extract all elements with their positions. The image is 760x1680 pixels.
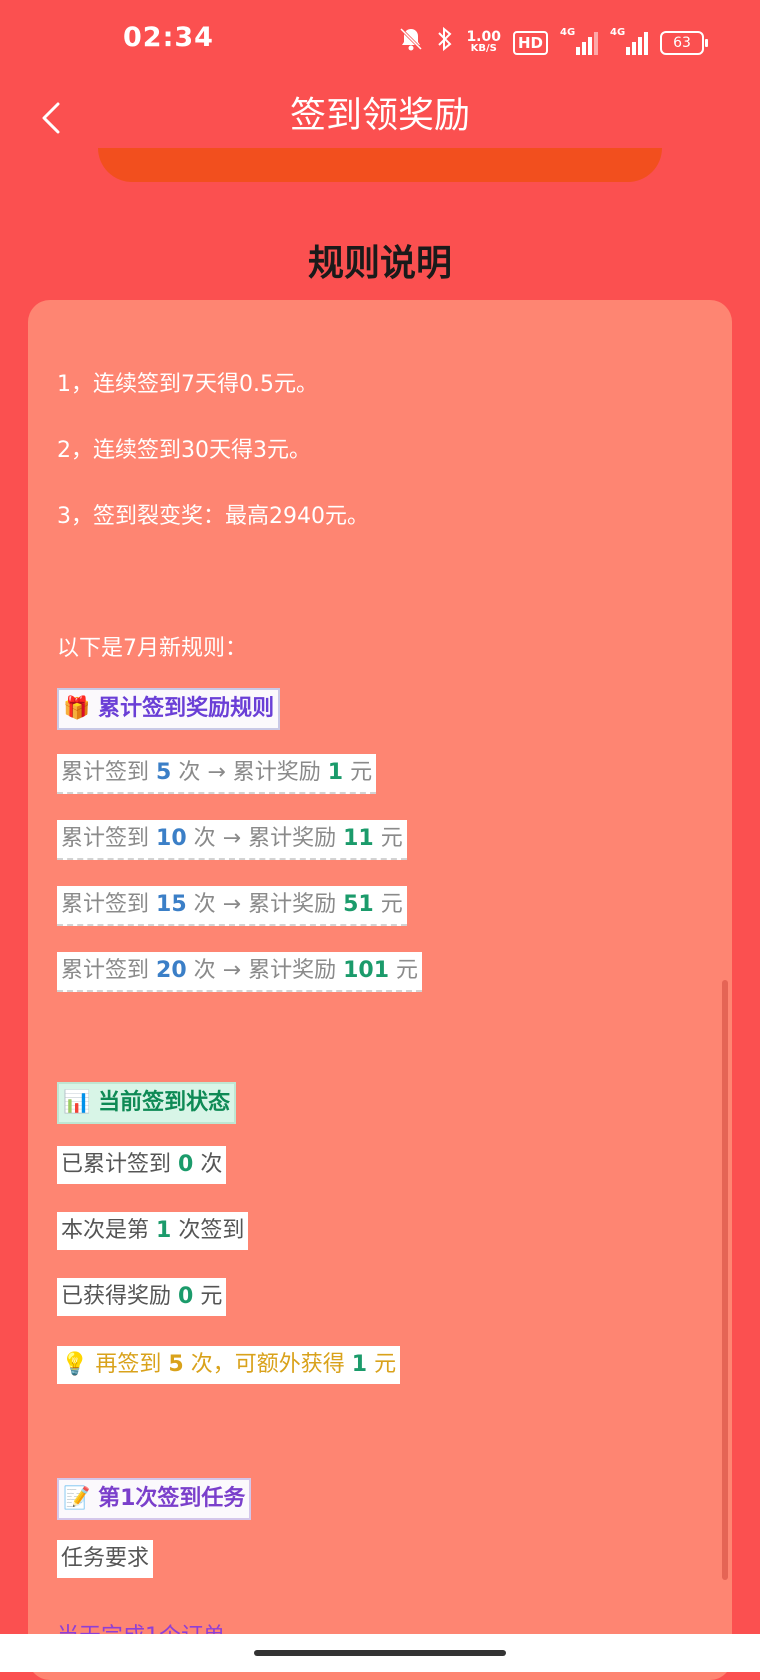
tier-times-word: 次 [178,760,201,785]
tier-times: 20 [156,958,187,983]
signal-label-2: 4G [610,27,626,38]
accumulated-count-row: 已累计签到 0 次 [57,1146,227,1184]
tier-prefix: 累计签到 [61,826,150,851]
bluetooth-icon [436,26,454,60]
rule-item: 2，连续签到30天得3元。 [57,438,311,463]
tier-reward: 51 [343,892,374,917]
current-signin-row: 本次是第 1 次签到 [57,1212,249,1250]
task-heading-text: 第1次签到任务 [98,1486,246,1511]
rules-card: 1，连续签到7天得0.5元。 2，连续签到30天得3元。 3，签到裂变奖：最高2… [28,300,732,1680]
tier-unit: 元 [396,958,419,983]
tip-prefix: 再签到 [95,1352,162,1377]
task-heading: 📝 第1次签到任务 [57,1478,252,1520]
memo-icon: 📝 [63,1486,91,1511]
tier-unit: 元 [380,892,403,917]
scrollbar[interactable] [722,980,728,1580]
rule-item: 3，签到裂变奖：最高2940元。 [57,504,369,529]
tier-prefix: 累计签到 [61,760,150,785]
tier-reward: 11 [343,826,374,851]
cumulative-heading-text: 累计签到奖励规则 [98,696,275,721]
tier-times: 5 [156,760,172,785]
earned-reward-row: 已获得奖励 0 元 [57,1278,227,1316]
rules-intro: 以下是7月新规则： [57,636,247,661]
status-bar: 02:34 1.00 KB/S HD 4G 4G 63 [0,0,760,84]
lightbulb-icon: 💡 [61,1352,89,1377]
tier-reward: 101 [343,958,390,983]
rule-item: 1，连续签到7天得0.5元。 [57,372,318,397]
tier-reward-word: 累计奖励 [248,892,337,917]
current-prefix: 本次是第 [61,1218,150,1243]
tip-suffix: 元 [374,1352,397,1377]
status-heading-text: 当前签到状态 [98,1090,231,1115]
current-value: 1 [156,1218,172,1243]
tier-reward: 1 [327,760,344,785]
network-speed-value: 1.00 [466,29,501,45]
banner-bottom-edge [98,148,662,182]
network-speed: 1.00 KB/S [466,29,501,55]
current-suffix: 次签到 [178,1218,245,1243]
signal-icon-1: 4G [560,27,598,55]
reward-tier-row: 累计签到 10 次 → 累计奖励 11 元 [57,820,407,860]
chart-icon: 📊 [63,1090,91,1115]
tier-reward-word: 累计奖励 [248,826,337,851]
tier-times-word: 次 [193,826,216,851]
mute-bell-icon [398,26,424,60]
tip-times: 5 [168,1352,184,1377]
arrow-icon: → [222,958,242,983]
earned-suffix: 元 [200,1284,223,1309]
accumulated-value: 0 [178,1152,194,1177]
status-heading: 📊 当前签到状态 [57,1082,237,1124]
reward-tier-row: 累计签到 15 次 → 累计奖励 51 元 [57,886,407,926]
hd-badge: HD [512,31,548,55]
arrow-icon: → [207,760,226,785]
accumulated-suffix: 次 [200,1152,223,1177]
home-indicator[interactable] [254,1650,506,1656]
tier-unit: 元 [380,826,403,851]
network-speed-unit: KB/S [470,43,497,54]
reward-tier-row: 累计签到 20 次 → 累计奖励 101 元 [57,952,423,992]
rules-section-title: 规则说明 [307,243,452,284]
task-requirement-label: 任务要求 [57,1540,154,1578]
status-icons: 1.00 KB/S HD 4G 4G 63 [398,26,708,60]
tier-prefix: 累计签到 [61,892,150,917]
tier-times: 10 [156,826,187,851]
arrow-icon: → [222,826,242,851]
arrow-icon: → [222,892,242,917]
signal-label-1: 4G [560,27,576,38]
tier-times: 15 [156,892,187,917]
earned-prefix: 已获得奖励 [61,1284,172,1309]
cumulative-rules-heading: 🎁 累计签到奖励规则 [57,688,281,730]
accumulated-prefix: 已累计签到 [61,1152,172,1177]
tier-times-word: 次 [193,892,216,917]
tip-reward: 1 [351,1352,368,1377]
tip-middle: 次，可额外获得 [190,1352,345,1377]
gift-icon: 🎁 [63,696,91,721]
tier-reward-word: 累计奖励 [248,958,337,983]
reward-tier-row: 累计签到 5 次 → 累计奖励 1 元 [57,754,377,794]
earned-value: 0 [178,1284,194,1309]
tier-unit: 元 [350,760,373,785]
next-reward-tip: 💡 再签到 5 次，可额外获得 1 元 [57,1346,401,1384]
battery-icon: 63 [660,31,708,55]
signal-icon-2: 4G [610,27,648,55]
tier-times-word: 次 [193,958,216,983]
page-title: 签到领奖励 [289,95,470,136]
tier-prefix: 累计签到 [61,958,150,983]
status-time: 02:34 [123,22,214,53]
tier-reward-word: 累计奖励 [232,760,321,785]
